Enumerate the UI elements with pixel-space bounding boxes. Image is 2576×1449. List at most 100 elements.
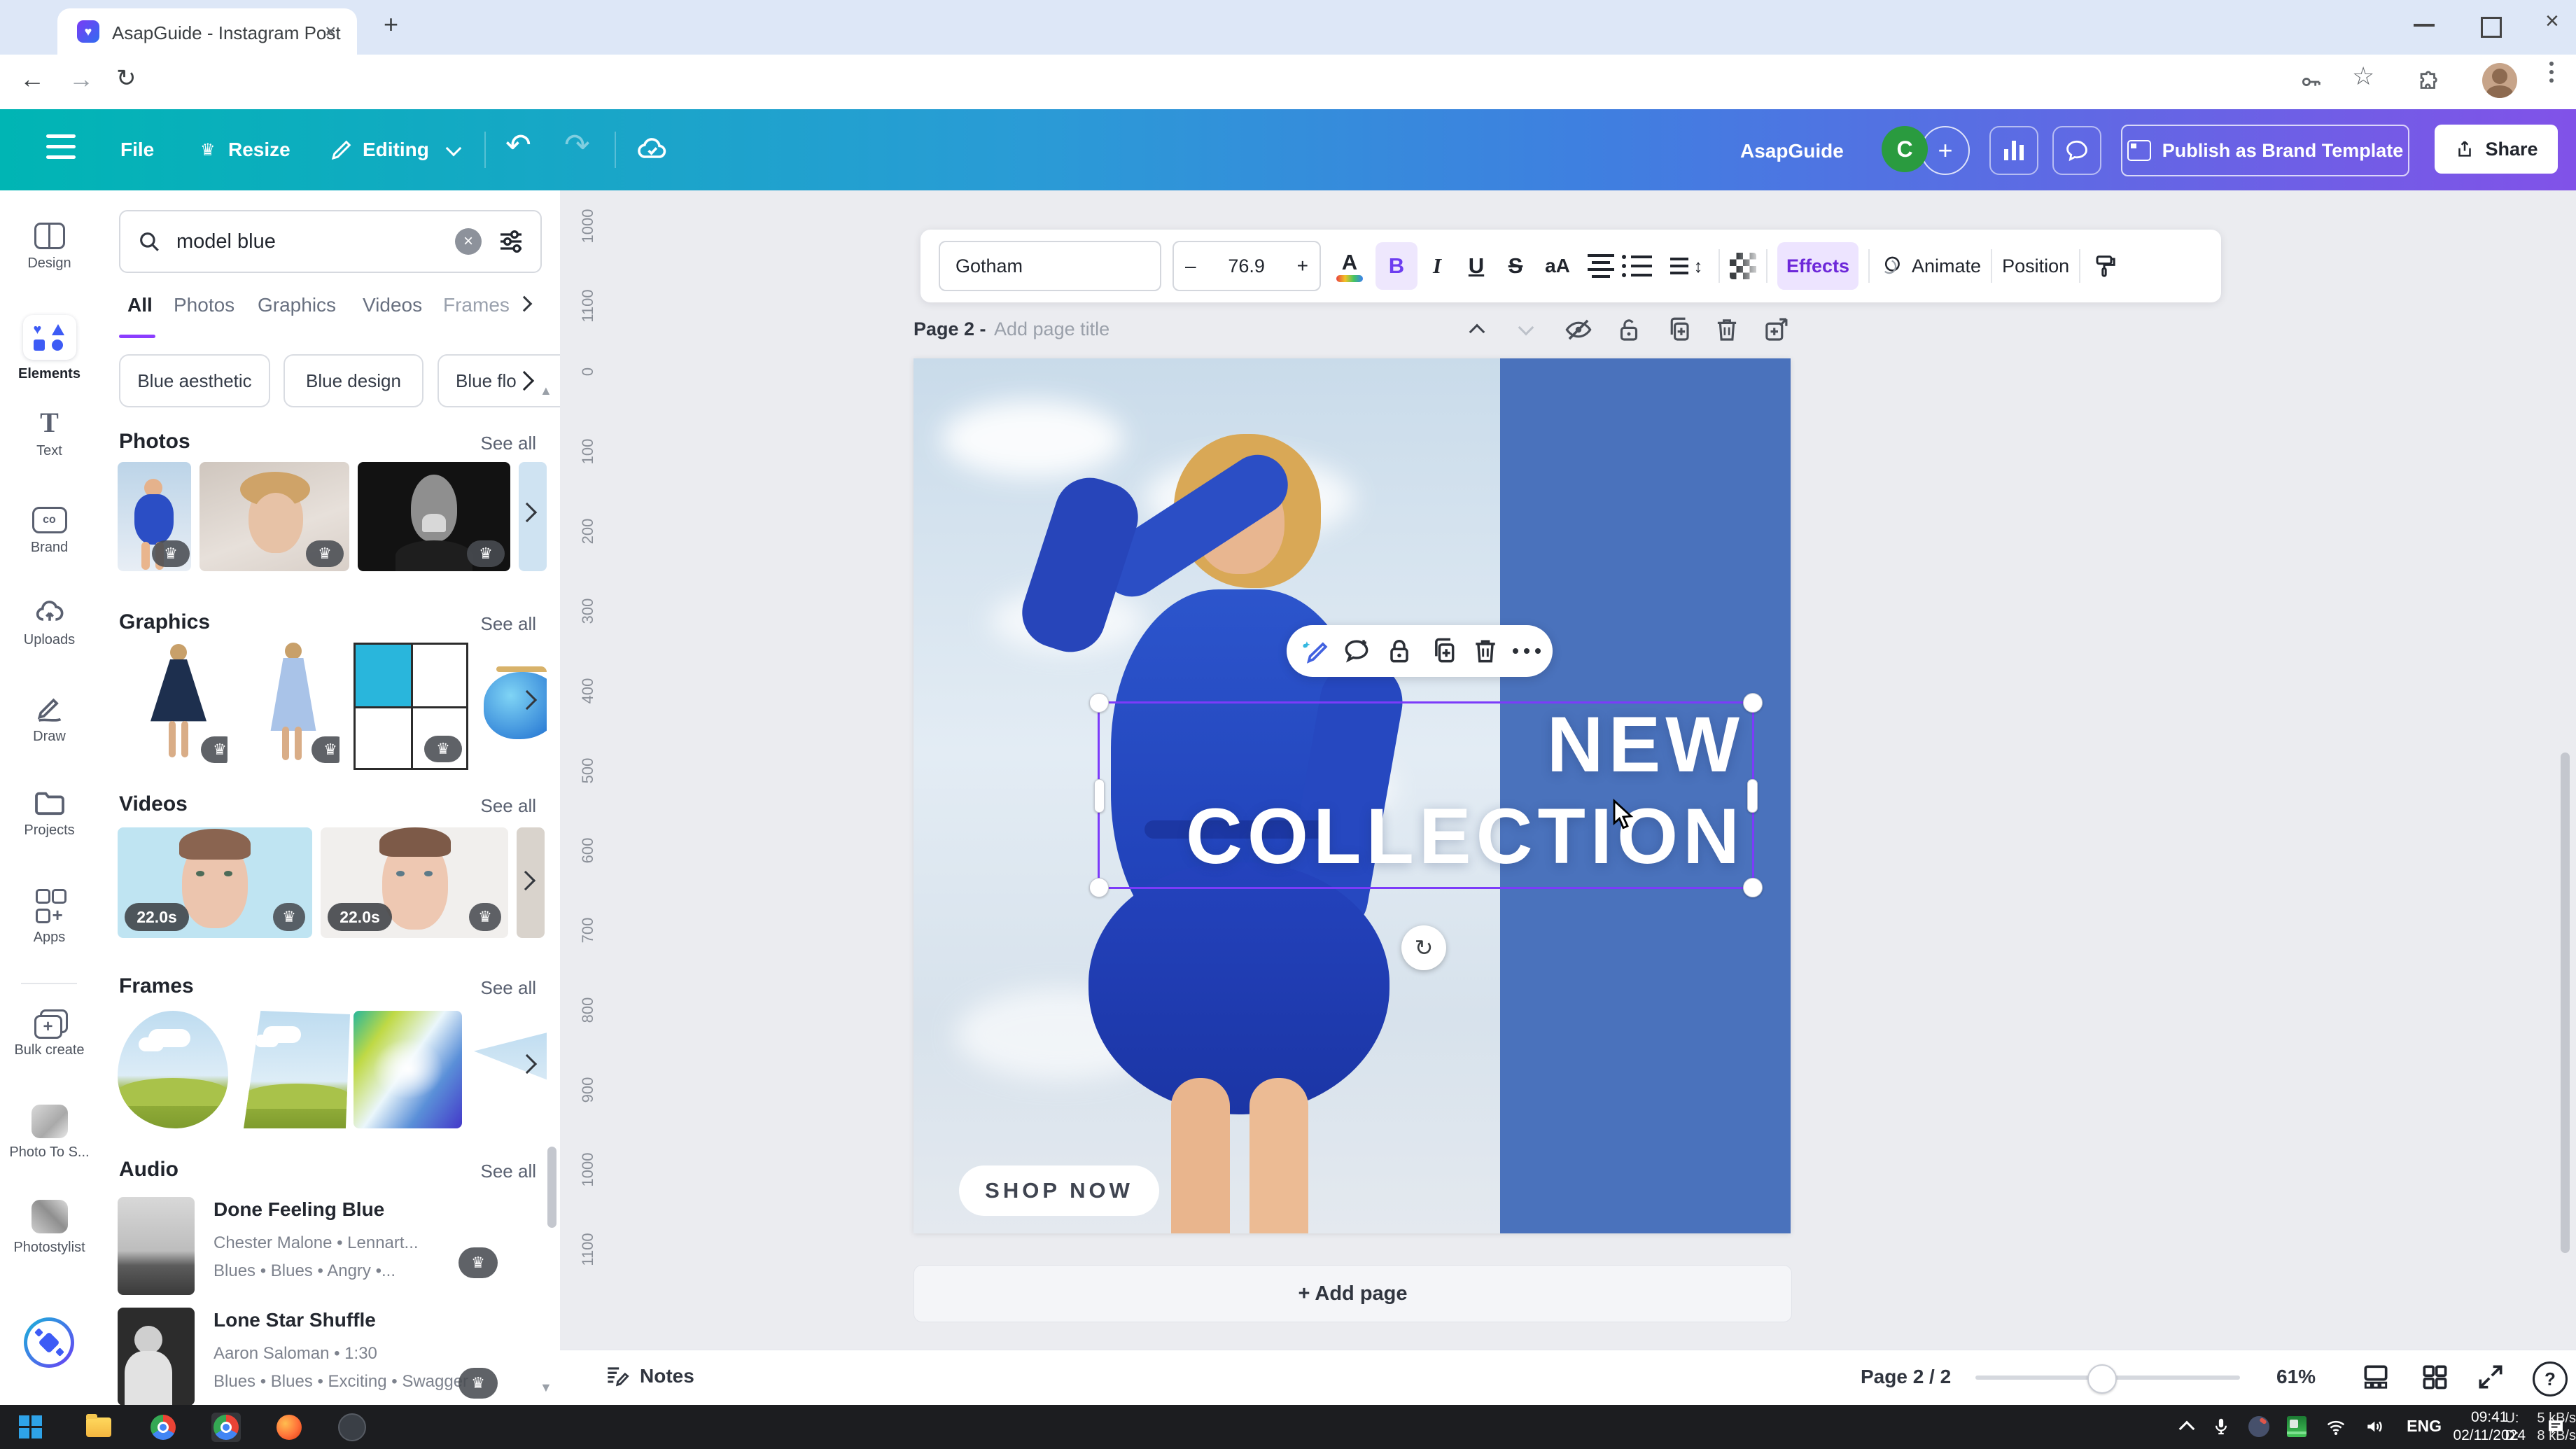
sidebar-item-design[interactable]: Design	[0, 223, 99, 301]
tabs-overflow-chevron-icon[interactable]	[517, 296, 533, 312]
frames-see-all[interactable]: See all	[459, 977, 536, 999]
effects-button[interactable]: Effects	[1777, 242, 1858, 290]
add-page-icon-button[interactable]	[1761, 315, 1791, 344]
search-input[interactable]: model blue	[176, 230, 276, 253]
photos-see-all[interactable]: See all	[459, 433, 536, 454]
canvas-scrollbar-thumb[interactable]	[2561, 752, 2570, 1253]
sidebar-item-apps[interactable]: + Apps	[0, 889, 99, 967]
transparency-button[interactable]	[1730, 253, 1756, 279]
position-button[interactable]: Position	[2002, 255, 2069, 277]
browser-profile-avatar[interactable]	[2482, 63, 2517, 98]
more-options-button[interactable]	[1513, 648, 1541, 654]
frame-thumbnail-1[interactable]	[118, 1011, 228, 1128]
help-button[interactable]: ?	[2533, 1362, 2568, 1396]
video-thumbnail-2[interactable]: 22.0s ♛	[321, 827, 508, 938]
window-minimize-button[interactable]	[2414, 24, 2435, 27]
zoom-slider-thumb[interactable]	[2087, 1364, 2117, 1394]
lock-button[interactable]	[1384, 636, 1415, 666]
selection-handle-nw[interactable]	[1089, 693, 1109, 713]
panel-scroll-up-icon[interactable]: ▲	[540, 384, 552, 398]
bookmark-star-icon[interactable]: ☆	[2352, 62, 2374, 91]
forward-button[interactable]: →	[69, 64, 94, 94]
file-menu[interactable]: File	[120, 139, 154, 161]
frame-thumbnail-partial[interactable]	[474, 1028, 547, 1112]
chip-blue-design[interactable]: Blue design	[284, 354, 424, 407]
audio-track-row[interactable]: Lone Star Shuffle Aaron Saloman • 1:30 B…	[99, 1305, 560, 1405]
magic-assistant-button[interactable]	[24, 1317, 74, 1368]
delete-page-button[interactable]	[1712, 315, 1742, 344]
photo-thumbnail-2[interactable]: ♛	[200, 462, 349, 571]
tab-all[interactable]: All	[127, 294, 153, 316]
font-size-decrease[interactable]: –	[1185, 255, 1196, 277]
hide-page-button[interactable]	[1564, 315, 1593, 344]
list-button[interactable]	[1622, 255, 1664, 277]
browser-menu-icon[interactable]	[2549, 62, 2554, 83]
italic-button[interactable]: I	[1418, 253, 1457, 279]
language-indicator[interactable]: ENG	[2407, 1417, 2442, 1436]
chrome-icon[interactable]	[148, 1413, 178, 1442]
shop-now-button[interactable]: SHOP NOW	[959, 1166, 1159, 1216]
sidebar-item-draw[interactable]: Draw	[0, 694, 99, 773]
chrome-active-icon[interactable]	[211, 1413, 241, 1442]
grid-view-timeline-icon[interactable]	[2360, 1362, 2391, 1392]
refresh-button[interactable]: ↻	[116, 64, 136, 92]
spacing-button[interactable]: ↕	[1664, 255, 1709, 277]
font-size-stepper[interactable]: – 76.9 +	[1172, 241, 1321, 291]
tray-expand-icon[interactable]	[2179, 1421, 2195, 1437]
tab-photos[interactable]: Photos	[174, 294, 234, 316]
window-maximize-button[interactable]	[2481, 17, 2502, 38]
graphic-thumbnail-2[interactable]: ♛	[248, 643, 340, 766]
chip-blue-flo[interactable]: Blue flo	[438, 354, 561, 407]
frame-thumbnail-3[interactable]	[354, 1011, 462, 1128]
sidebar-item-uploads[interactable]: Uploads	[0, 598, 99, 676]
strikethrough-button[interactable]: S	[1496, 253, 1535, 279]
grid-view-icon[interactable]	[2419, 1362, 2450, 1392]
search-box[interactable]: model blue ×	[119, 210, 542, 273]
fullscreen-icon[interactable]	[2475, 1362, 2506, 1392]
text-case-button[interactable]: aA	[1535, 255, 1580, 277]
chip-blue-aesthetic[interactable]: Blue aesthetic	[119, 354, 270, 407]
panel-scrollbar-thumb[interactable]	[547, 1147, 556, 1228]
duplicate-page-button[interactable]	[1663, 315, 1693, 344]
selection-box[interactable]	[1098, 701, 1754, 889]
tab-videos[interactable]: Videos	[363, 294, 422, 316]
alignment-button[interactable]	[1580, 254, 1622, 278]
menu-hamburger-icon[interactable]	[46, 134, 76, 159]
app-icon-dark[interactable]	[337, 1413, 367, 1442]
animate-button[interactable]: Animate	[1879, 254, 1981, 278]
videos-see-all[interactable]: See all	[459, 795, 536, 817]
tray-app-icon-1[interactable]	[2244, 1412, 2274, 1441]
audio-see-all[interactable]: See all	[459, 1161, 536, 1182]
volume-icon[interactable]	[2360, 1412, 2390, 1441]
window-close-button[interactable]: ×	[2545, 8, 2559, 35]
tab-close-icon[interactable]: ×	[325, 20, 336, 43]
frame-thumbnail-2[interactable]	[244, 1011, 350, 1128]
extensions-icon[interactable]	[2416, 70, 2440, 94]
graphic-thumbnail-partial[interactable]	[475, 666, 547, 743]
new-tab-button[interactable]: +	[384, 10, 398, 39]
editing-chevron-icon[interactable]	[446, 141, 462, 157]
user-avatar[interactable]: C	[1882, 126, 1928, 172]
font-family-selector[interactable]: Gotham	[939, 241, 1161, 291]
start-button[interactable]	[15, 1413, 45, 1442]
sidebar-item-elements[interactable]: ♥ Elements	[0, 315, 99, 393]
file-explorer-icon[interactable]	[84, 1413, 113, 1442]
rotate-handle[interactable]: ↻	[1401, 925, 1446, 970]
text-color-button[interactable]: A	[1336, 250, 1363, 282]
notes-button[interactable]: Notes	[603, 1363, 694, 1390]
sidebar-item-projects[interactable]: Projects	[0, 790, 99, 868]
wif-icon[interactable]	[2321, 1412, 2351, 1441]
insights-icon[interactable]	[1989, 126, 2038, 175]
selection-handle-sw[interactable]	[1089, 878, 1109, 897]
tray-app-icon-2[interactable]	[2282, 1412, 2311, 1441]
search-clear-icon[interactable]: ×	[455, 228, 482, 255]
delete-button[interactable]	[1470, 636, 1501, 666]
editing-mode-menu[interactable]: Editing	[363, 139, 429, 161]
resize-menu[interactable]: Resize	[228, 139, 290, 161]
duplicate-button[interactable]	[1427, 636, 1458, 666]
page-title-placeholder[interactable]: Add page title	[994, 318, 1110, 340]
add-page-button[interactable]: + Add page	[913, 1265, 1792, 1322]
browser-tab[interactable]: ♥ AsapGuide - Instagram Post ×	[57, 8, 357, 55]
underline-button[interactable]: U	[1457, 253, 1496, 279]
photo-thumbnail-1[interactable]: ♛	[118, 462, 191, 571]
